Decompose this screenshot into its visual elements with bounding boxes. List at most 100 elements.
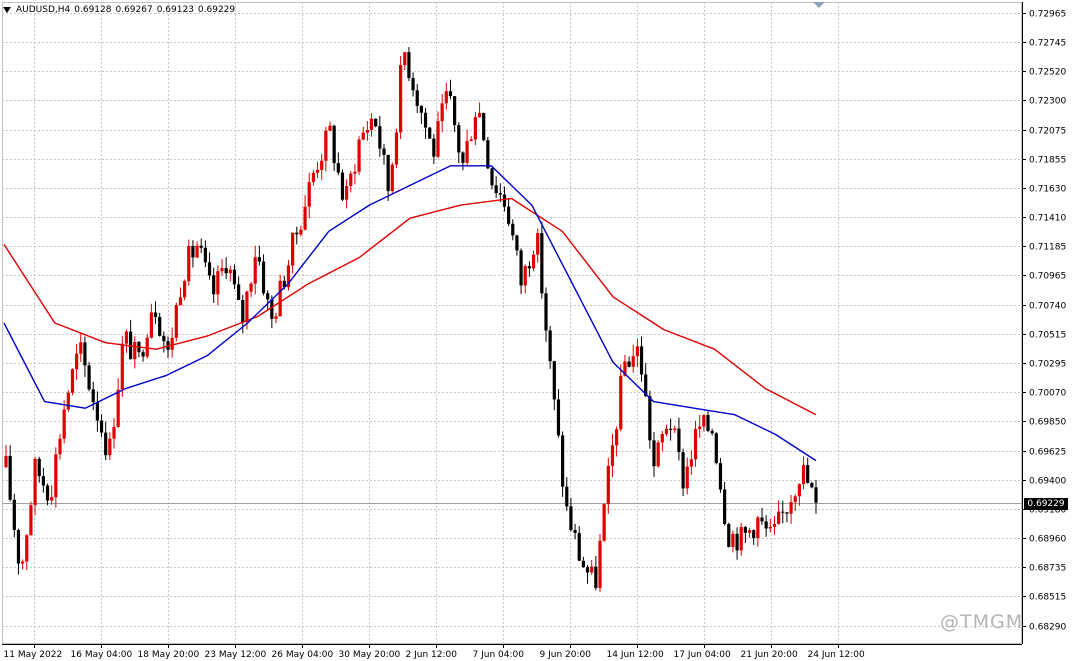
candle-body [631,356,635,367]
candle-body [108,438,112,456]
candle-body [386,154,390,192]
candle-body [79,342,83,354]
candle-body [536,233,540,255]
x-tick-label: 16 May 04:00 [71,650,133,660]
candle-body [706,415,710,431]
x-tick-label: 18 May 20:00 [138,650,200,660]
y-tick-label: 0.72745 [1029,39,1066,49]
candle-body [610,445,615,466]
candle-body [174,305,178,338]
candle-body [602,504,606,541]
candle-body [723,489,727,524]
candle-body [270,299,274,319]
candle-body [345,186,349,200]
y-tick-label: 0.70295 [1029,360,1066,370]
candle-body [482,112,486,141]
y-tick-label: 0.69625 [1029,448,1066,458]
candle-body [494,185,498,194]
candle-body [585,567,590,573]
candle-body [419,105,423,113]
candle-body [83,342,87,366]
candle-body [448,91,453,97]
candle-body [764,521,768,529]
candle-body [299,229,303,235]
candle-body [141,352,145,357]
candle-body [378,126,382,149]
candle-body [183,281,187,298]
candle-body [170,337,174,350]
candle-body [187,246,191,282]
candle-body [99,420,104,433]
watermark: @TMGM [940,611,1024,633]
candle-body [590,566,594,573]
candle-body [25,535,29,562]
candle-body [743,527,747,533]
candle-body [369,118,374,131]
candle-body [266,293,270,300]
candle-body [133,342,137,360]
candle-body [104,432,108,456]
candle-body [124,331,129,344]
candle-body [303,206,307,230]
candle-body [357,139,361,172]
candle-body [70,369,75,393]
candle-body [328,125,332,131]
candle-body [349,173,353,187]
candle-body [75,353,79,370]
candle-body [191,246,195,258]
candle-body [598,540,602,588]
candle-body [507,206,511,224]
candle-body [432,138,436,157]
candle-body [245,291,249,323]
candle-body [681,452,685,489]
candle-body [120,343,124,390]
candle-body [112,426,116,439]
dropdown-triangle-icon[interactable] [3,7,11,13]
candle-body [428,127,432,139]
candle-body [178,297,183,306]
candle-body [685,466,689,489]
candle-body [469,139,473,142]
candle-body [772,523,777,527]
ma-slow-line [3,197,817,416]
candle-body [698,426,702,430]
candle-body [274,316,278,319]
candle-body [95,402,99,421]
candle-body [116,389,120,427]
candle-body [793,496,797,503]
candle-body [291,232,295,266]
candle-body [33,458,37,506]
x-tick-label: 11 May 2022 [4,650,63,660]
candle-body [565,486,569,507]
candle-body [390,164,394,192]
candle-body [37,458,41,477]
ma-fast-line [3,165,817,462]
candle-body [627,361,631,367]
y-tick-label: 0.71855 [1029,156,1066,166]
candle-body [806,465,810,484]
candle-body [58,438,62,455]
candle-body [660,433,664,443]
candle-body [216,271,220,295]
candle-body [473,117,477,140]
candle-body [353,171,357,174]
y-tick-label: 0.70515 [1029,331,1066,341]
candle-body [207,262,212,276]
candle-body [752,530,756,539]
candle-body [365,130,369,133]
candle-body [62,409,66,439]
candle-body [797,484,801,497]
candle-body [718,463,723,490]
candle-body [4,455,8,468]
candle-body [515,235,519,251]
candle-body [21,561,25,564]
candle-body [195,245,199,258]
candle-body [29,505,33,536]
candle-body [237,284,241,300]
y-tick-label: 0.70740 [1029,302,1066,312]
y-tick-label: 0.70965 [1029,272,1066,282]
y-tick-label: 0.68290 [1029,623,1066,633]
candle-body [228,269,232,274]
chart-header: AUDUSD,H4 0.69128 0.69267 0.69123 0.6922… [3,3,239,17]
chart-shift-marker-icon[interactable] [813,2,825,8]
